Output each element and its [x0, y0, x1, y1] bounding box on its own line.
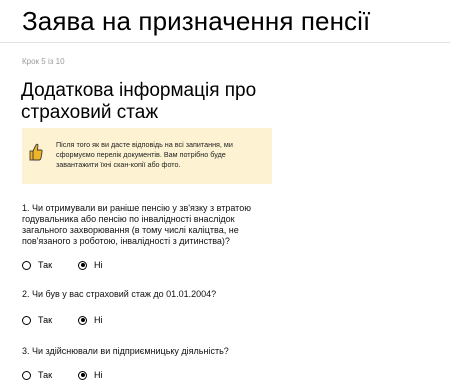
question-2: 2. Чи був у вас страховий стаж до 01.01.… — [22, 289, 217, 299]
question-3: 3. Чи здійснювали ви підприємницьку діял… — [22, 346, 229, 356]
radio-circle[interactable] — [78, 370, 87, 380]
radio-label: Так — [38, 260, 53, 270]
section-title-line1: Додаткова інформація про — [21, 80, 257, 101]
q3-option-yes[interactable]: Так — [22, 370, 52, 380]
page-title: Заява на призначення пенсії — [22, 6, 371, 36]
radio-circle[interactable] — [22, 260, 31, 270]
radio-label: Так — [38, 315, 53, 325]
step-indicator: Крок 5 із 10 — [22, 57, 65, 66]
info-notice: Після того як ви дасте відповідь на всі … — [22, 128, 272, 184]
radio-label: Ні — [94, 260, 103, 270]
radio-label: Ні — [94, 315, 103, 325]
q3-option-no[interactable]: Ні — [78, 370, 103, 380]
radio-circle[interactable] — [22, 370, 31, 380]
radio-circle[interactable] — [78, 315, 87, 325]
header-divider — [0, 42, 450, 43]
q1-option-no[interactable]: Ні — [78, 260, 103, 270]
radio-label: Так — [38, 370, 53, 380]
q2-option-no[interactable]: Ні — [78, 315, 103, 325]
thumbs-up-icon — [29, 143, 43, 161]
radio-circle[interactable] — [78, 260, 87, 270]
section-title: Додаткова інформація про страховий стаж — [21, 80, 256, 124]
radio-label: Ні — [94, 370, 103, 380]
question-1: 1. Чи отримували ви раніше пенсію у зв'я… — [22, 203, 251, 246]
notice-text: Після того як ви дасте відповідь на всі … — [56, 140, 233, 169]
q1-option-yes[interactable]: Так — [22, 260, 52, 270]
radio-circle[interactable] — [22, 315, 31, 325]
q2-option-yes[interactable]: Так — [22, 315, 52, 325]
section-title-line2: страховий стаж — [21, 102, 159, 123]
